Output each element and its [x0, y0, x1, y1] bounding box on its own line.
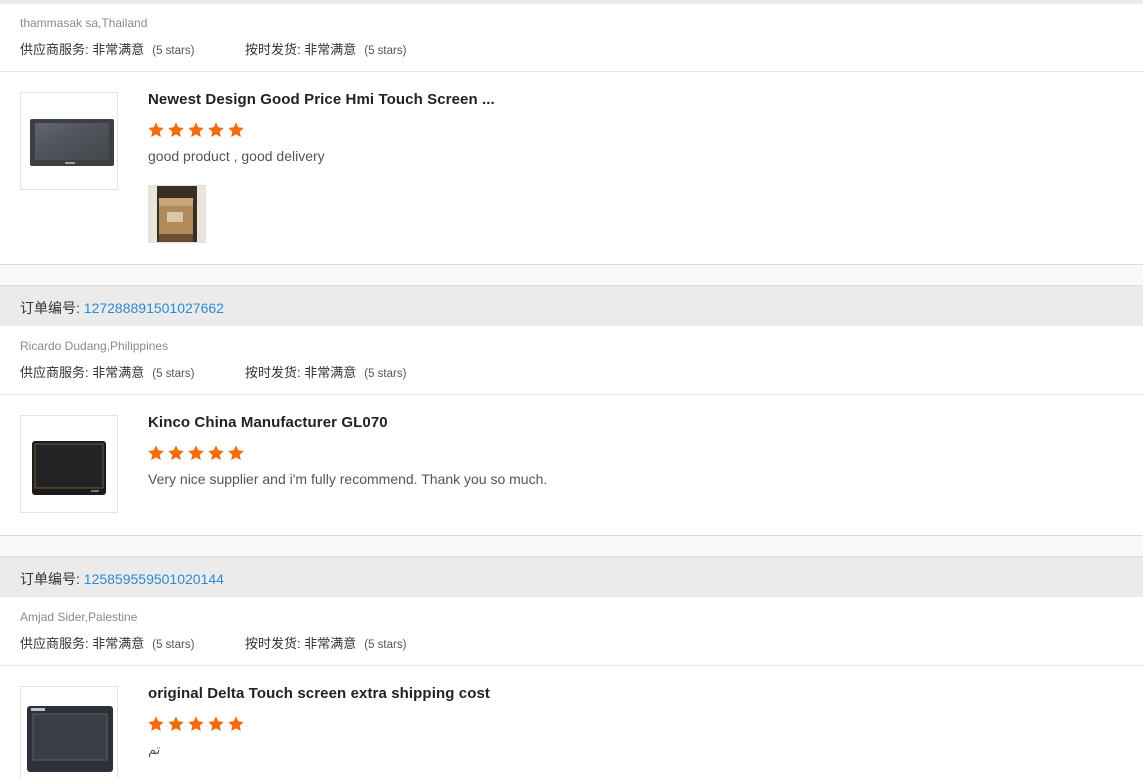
supplier-service-label: 供应商服务:: [20, 636, 93, 651]
star-icon: [228, 716, 244, 732]
divider: [0, 394, 1143, 395]
buyer-name: Amjad Sider,Palestine: [20, 610, 138, 624]
review-comment: Very nice supplier and i'm fully recomme…: [148, 471, 548, 487]
on-time-delivery-stars: (5 stars): [364, 639, 407, 651]
buyer-name: thammasak sa,Thailand: [20, 16, 148, 30]
order-number-link[interactable]: 127288891501027662: [84, 300, 224, 316]
star-rating: [147, 121, 245, 139]
on-time-delivery-label: 按时发货:: [245, 636, 305, 651]
section-gap: [0, 535, 1143, 555]
hmi-screen-icon: [27, 706, 113, 772]
on-time-delivery-stars: (5 stars): [364, 45, 407, 57]
supplier-service-value: 非常满意: [92, 42, 145, 57]
supplier-service-stars: (5 stars): [152, 45, 195, 57]
star-icon: [208, 445, 224, 461]
star-icon: [168, 445, 184, 461]
rating-line: 供应商服务: 非常满意 (5 stars) 按时发货: 非常满意 (5 stars): [20, 362, 406, 381]
hmi-screen-icon: [30, 119, 114, 166]
rating-line: 供应商服务: 非常满意 (5 stars) 按时发货: 非常满意 (5 stars): [20, 39, 406, 58]
star-rating: [147, 444, 245, 462]
supplier-service-label: 供应商服务:: [20, 42, 93, 57]
star-icon: [148, 445, 164, 461]
product-title[interactable]: original Delta Touch screen extra shippi…: [148, 685, 490, 702]
on-time-delivery-value: 非常满意: [304, 636, 357, 651]
rating-line: 供应商服务: 非常满意 (5 stars) 按时发货: 非常满意 (5 stars): [20, 633, 406, 652]
star-icon: [228, 122, 244, 138]
buyer-name: Ricardo Dudang,Philippines: [20, 339, 169, 353]
review-photo[interactable]: [148, 185, 206, 243]
review-comment: good product , good delivery: [148, 148, 325, 164]
supplier-service-stars: (5 stars): [152, 368, 195, 380]
supplier-service-label: 供应商服务:: [20, 365, 93, 380]
supplier-service-value: 非常满意: [92, 636, 145, 651]
divider: [0, 665, 1143, 666]
star-rating: [147, 715, 245, 733]
star-icon: [148, 122, 164, 138]
on-time-delivery-label: 按时发货:: [245, 42, 305, 57]
product-thumbnail[interactable]: [20, 415, 118, 513]
order-number-label: 订单编号:: [20, 571, 84, 587]
supplier-service-value: 非常满意: [92, 365, 145, 380]
order-header: 订单编号: 125859559501020144: [0, 556, 1143, 597]
on-time-delivery-label: 按时发货:: [245, 365, 305, 380]
box-photo-icon: [149, 186, 205, 242]
supplier-service-stars: (5 stars): [152, 639, 195, 651]
order-header: 订单编号: 127288891501027662: [0, 285, 1143, 326]
star-icon: [168, 122, 184, 138]
on-time-delivery-value: 非常满意: [304, 42, 357, 57]
on-time-delivery-value: 非常满意: [304, 365, 357, 380]
star-icon: [168, 716, 184, 732]
top-separator: [0, 0, 1143, 4]
section-gap: [0, 264, 1143, 284]
star-icon: [148, 716, 164, 732]
on-time-delivery-stars: (5 stars): [364, 368, 407, 380]
order-number-label: 订单编号:: [20, 300, 84, 316]
order-number-link[interactable]: 125859559501020144: [84, 571, 224, 587]
star-icon: [228, 445, 244, 461]
review-comment: تم: [148, 742, 161, 757]
product-title[interactable]: Kinco China Manufacturer GL070: [148, 414, 388, 431]
product-thumbnail[interactable]: [20, 686, 118, 778]
hmi-screen-icon: [32, 441, 106, 495]
star-icon: [208, 716, 224, 732]
star-icon: [208, 122, 224, 138]
star-icon: [188, 122, 204, 138]
star-icon: [188, 445, 204, 461]
star-icon: [188, 716, 204, 732]
divider: [0, 71, 1143, 72]
product-title[interactable]: Newest Design Good Price Hmi Touch Scree…: [148, 91, 495, 108]
product-thumbnail[interactable]: [20, 92, 118, 190]
